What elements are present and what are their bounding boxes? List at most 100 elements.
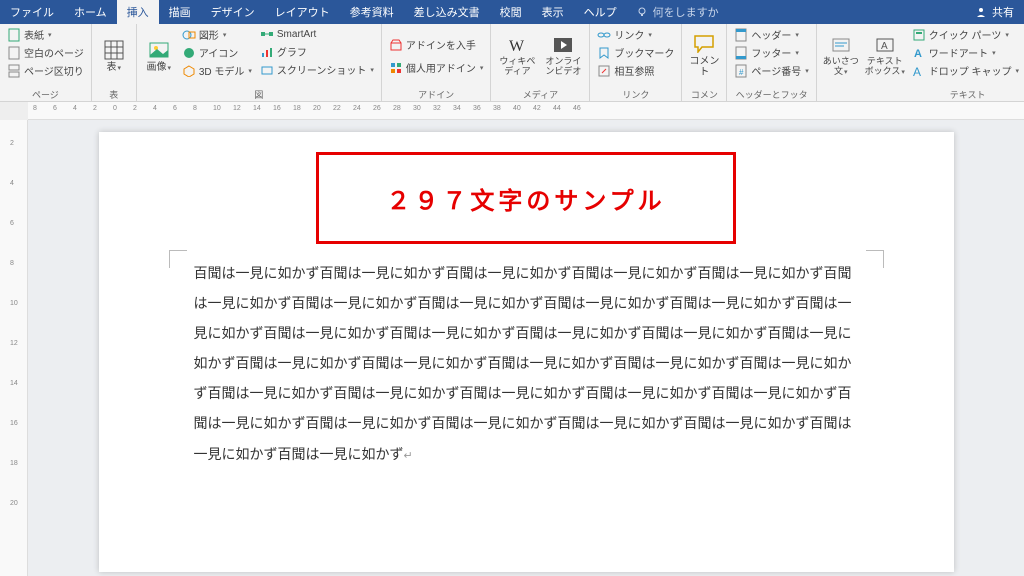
svg-text:A: A — [913, 65, 921, 77]
margin-mark-tr — [866, 250, 884, 268]
group-text: あいさつ文▾ A テキストボックス▾ クイック パーツ▾ Aワードアート▾ Aド… — [817, 24, 1024, 101]
chart-icon — [260, 45, 274, 59]
dropcap-button[interactable]: Aドロップ キャップ▾ — [910, 62, 1021, 79]
horizontal-ruler[interactable]: 8642024681012141618202224262830323436384… — [28, 102, 1024, 120]
paragraph-mark-icon: ↵ — [404, 450, 413, 462]
quickparts-button[interactable]: クイック パーツ▾ — [910, 26, 1021, 43]
group-addins-label: アドイン — [387, 86, 486, 101]
crossref-icon — [597, 64, 611, 78]
textbox-icon: A — [875, 35, 895, 55]
page-number-button[interactable]: #ページ番号▾ — [732, 62, 810, 79]
group-illust-label: 図 — [142, 86, 376, 101]
svg-text:#: # — [739, 68, 744, 77]
3d-models-button[interactable]: 3D モデル▾ — [180, 62, 254, 79]
online-video-button[interactable]: オンラインビデオ — [542, 26, 584, 86]
group-tables-label: 表 — [97, 86, 131, 101]
dropcap-icon: A — [912, 64, 926, 78]
greeting-icon — [831, 35, 851, 55]
tab-draw[interactable]: 描画 — [159, 0, 201, 24]
crossref-button[interactable]: 相互参照 — [595, 62, 676, 79]
document-title[interactable]: ２９７文字のサンプル — [386, 181, 665, 216]
tell-me-label: 何をしますか — [653, 4, 719, 20]
group-hf-label: ヘッダーとフッター — [732, 86, 810, 101]
icons-icon — [182, 46, 196, 60]
group-links: リンク▾ ブックマーク 相互参照 リンク — [590, 24, 682, 101]
group-comments: コメント コメント — [682, 24, 727, 101]
tell-me-search[interactable]: 何をしますか — [635, 4, 719, 20]
header-button[interactable]: ヘッダー▾ — [732, 26, 810, 43]
comment-icon — [694, 34, 714, 54]
video-icon — [553, 35, 573, 55]
title-box: ２９７文字のサンプル — [316, 152, 736, 244]
group-addins: アドインを入手 個人用アドイン▾ アドイン — [382, 24, 492, 101]
blank-page-icon — [7, 46, 21, 60]
document-area: 2468101214161820 ２９７文字のサンプル 百聞は一見に如かず百聞は… — [0, 120, 1024, 576]
tab-references[interactable]: 参考資料 — [340, 0, 404, 24]
lightbulb-icon — [635, 5, 649, 19]
get-addins-button[interactable]: アドインを入手 — [387, 36, 486, 53]
wordart-button[interactable]: Aワードアート▾ — [910, 44, 1021, 61]
document-body[interactable]: 百聞は一見に如かず百聞は一見に如かず百聞は一見に如かず百聞は一見に如かず百聞は一… — [194, 260, 859, 471]
vertical-ruler[interactable]: 2468101214161820 — [0, 120, 28, 576]
page-icon — [7, 28, 21, 42]
cover-page-button[interactable]: 表紙▾ — [5, 26, 86, 43]
shapes-button[interactable]: 図形▾ — [180, 26, 254, 43]
quickparts-icon — [912, 28, 926, 42]
icons-button[interactable]: アイコン — [180, 44, 254, 61]
share-button[interactable]: 共有 — [974, 4, 1014, 20]
greeting-button[interactable]: あいさつ文▾ — [822, 26, 860, 86]
pagenum-icon: # — [734, 64, 748, 78]
tab-home[interactable]: ホーム — [64, 0, 117, 24]
tab-layout[interactable]: レイアウト — [265, 0, 340, 24]
ribbon-tabs: ファイル ホーム 挿入 描画 デザイン レイアウト 参考資料 差し込み文書 校閲… — [0, 0, 1024, 24]
addins-icon — [389, 61, 403, 75]
my-addins-button[interactable]: 個人用アドイン▾ — [387, 59, 486, 76]
page-break-icon — [7, 64, 21, 78]
blank-page-button[interactable]: 空白のページ — [5, 44, 86, 61]
page: ２９７文字のサンプル 百聞は一見に如かず百聞は一見に如かず百聞は一見に如かず百聞… — [99, 132, 954, 572]
svg-text:A: A — [881, 41, 888, 52]
group-illustrations: 画像▾ 図形▾ アイコン 3D モデル▾ SmartArt グラフ スクリーンシ… — [137, 24, 382, 101]
header-icon — [734, 28, 748, 42]
wikipedia-icon: W — [507, 35, 527, 55]
bookmark-button[interactable]: ブックマーク — [595, 44, 676, 61]
group-text-label: テキスト — [822, 86, 1024, 101]
comment-button[interactable]: コメント — [687, 26, 721, 86]
page-scroll-area[interactable]: ２９７文字のサンプル 百聞は一見に如かず百聞は一見に如かず百聞は一見に如かず百聞… — [28, 120, 1024, 576]
cube-icon — [182, 64, 196, 78]
screenshot-button[interactable]: スクリーンショット▾ — [258, 61, 376, 78]
wikipedia-button[interactable]: W ウィキペディア — [496, 26, 538, 86]
tab-insert[interactable]: 挿入 — [117, 0, 159, 24]
textbox-button[interactable]: A テキストボックス▾ — [864, 26, 906, 86]
group-header-footer: ヘッダー▾ フッター▾ #ページ番号▾ ヘッダーとフッター — [727, 24, 816, 101]
group-media: W ウィキペディア オンラインビデオ メディア — [491, 24, 590, 101]
link-button[interactable]: リンク▾ — [595, 26, 676, 43]
pictures-button[interactable]: 画像▾ — [142, 26, 176, 86]
wordart-icon: A — [912, 46, 926, 60]
smartart-icon — [260, 27, 274, 41]
link-icon — [597, 28, 611, 42]
store-icon — [389, 38, 403, 52]
table-button[interactable]: 表▾ — [97, 26, 131, 86]
horizontal-ruler-row: 8642024681012141618202224262830323436384… — [0, 102, 1024, 120]
group-pages: 表紙▾ 空白のページ ページ区切り ページ — [0, 24, 92, 101]
table-icon — [104, 40, 124, 60]
smartart-button[interactable]: SmartArt — [258, 26, 376, 42]
bookmark-icon — [597, 46, 611, 60]
share-label: 共有 — [992, 4, 1014, 20]
tab-file[interactable]: ファイル — [0, 0, 64, 24]
chart-button[interactable]: グラフ — [258, 43, 376, 60]
group-media-label: メディア — [496, 86, 584, 101]
screenshot-icon — [260, 63, 274, 77]
tab-help[interactable]: ヘルプ — [574, 0, 627, 24]
group-pages-label: ページ — [5, 86, 86, 101]
tab-view[interactable]: 表示 — [532, 0, 574, 24]
page-break-button[interactable]: ページ区切り — [5, 62, 86, 79]
svg-text:W: W — [509, 38, 525, 55]
footer-button[interactable]: フッター▾ — [732, 44, 810, 61]
tab-review[interactable]: 校閲 — [490, 0, 532, 24]
margin-mark-tl — [169, 250, 187, 268]
shapes-icon — [182, 28, 196, 42]
tab-design[interactable]: デザイン — [201, 0, 265, 24]
tab-mailings[interactable]: 差し込み文書 — [404, 0, 490, 24]
